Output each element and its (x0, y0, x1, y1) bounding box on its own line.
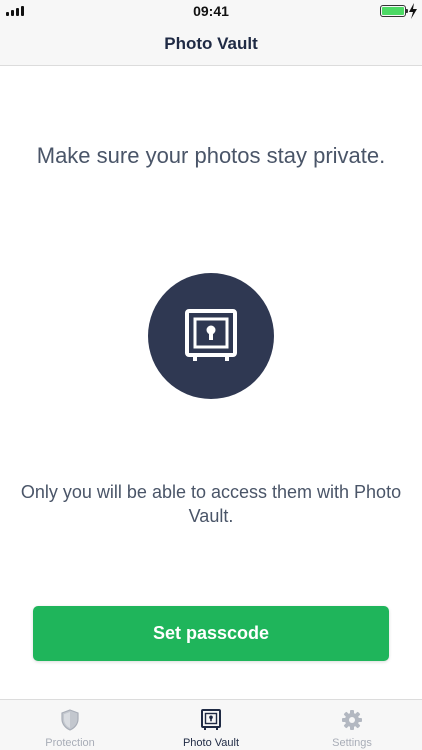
description-text: Only you will be able to access them wit… (20, 482, 402, 526)
tab-label: Photo Vault (182, 737, 240, 749)
page-title: Photo Vault (164, 34, 258, 53)
safe-icon (185, 309, 237, 361)
navigation-bar: Photo Vault (0, 22, 422, 66)
shield-icon (61, 709, 79, 731)
safe-icon (201, 709, 221, 730)
tab-photo-vault[interactable]: Photo Vault (141, 700, 281, 750)
status-time: 09:41 (193, 3, 229, 19)
headline: Make sure your photos stay private. (36, 143, 386, 168)
tab-label: Settings (332, 737, 372, 749)
status-bar: 09:41 (0, 0, 422, 22)
battery-icon (380, 5, 408, 17)
tab-bar: Protection Photo Vault Settings (0, 699, 422, 750)
tab-settings[interactable]: Settings (282, 700, 422, 750)
tab-protection[interactable]: Protection (0, 700, 140, 750)
vault-illustration (148, 273, 274, 399)
charging-bolt-icon (409, 3, 417, 19)
tab-label: Protection (45, 737, 95, 749)
gear-icon (342, 710, 362, 730)
set-passcode-button[interactable]: Set passcode (33, 606, 389, 661)
screen: 09:41 Photo Vault Make sure your photos … (0, 0, 422, 750)
